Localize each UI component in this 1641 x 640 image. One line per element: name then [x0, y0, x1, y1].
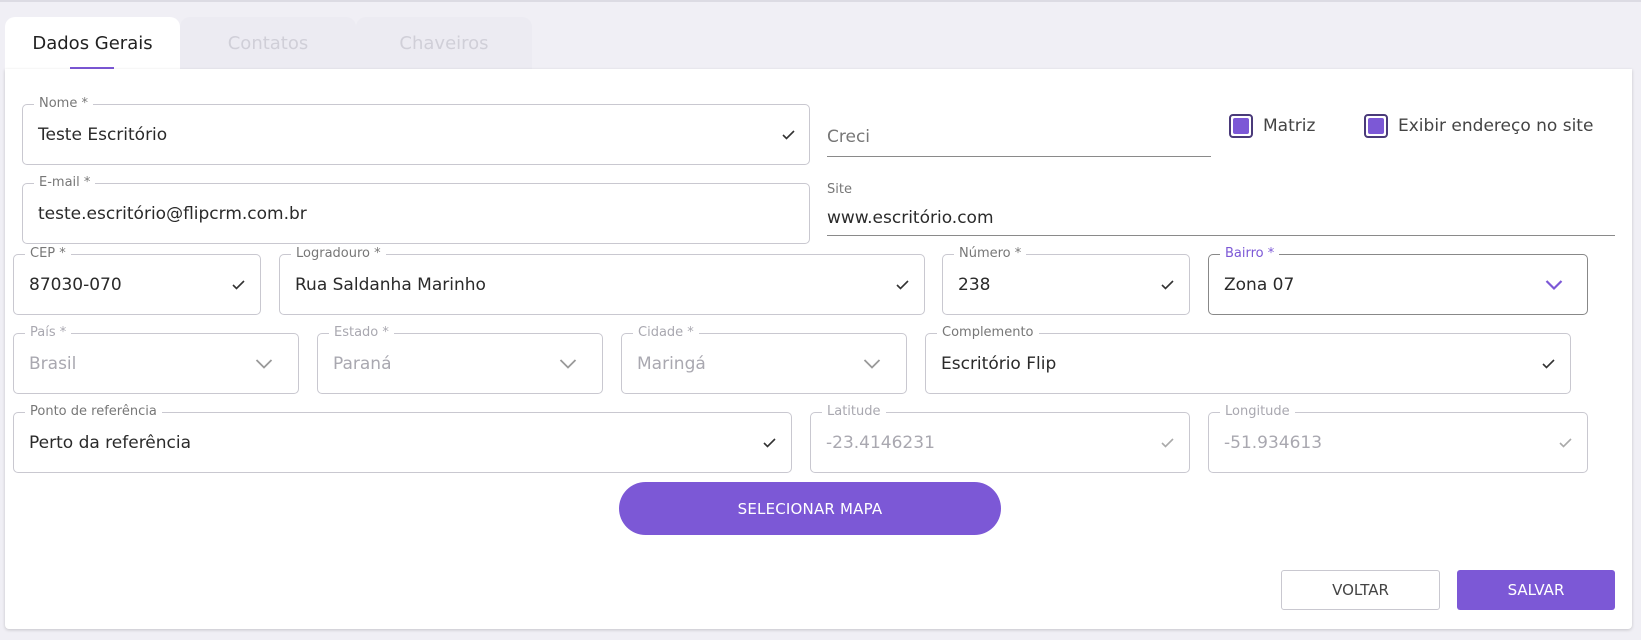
latitude-field: Latitude -23.4146231 [810, 404, 1190, 473]
latitude-label: Latitude [822, 404, 886, 420]
cep-label: CEP * [25, 246, 71, 262]
estado-value: Paraná [333, 353, 392, 374]
logradouro-label: Logradouro * [291, 246, 386, 262]
email-label: E-mail * [34, 175, 96, 191]
estado-select[interactable]: Estado * Paraná [317, 325, 603, 394]
pais-label: País * [25, 325, 72, 341]
check-icon [1542, 358, 1555, 369]
cidade-label: Cidade * [633, 325, 699, 341]
chevron-down-icon[interactable] [559, 358, 577, 369]
complemento-field[interactable]: Complemento Escritório Flip [925, 325, 1571, 394]
tab-label: Dados Gerais [32, 32, 153, 54]
longitude-label: Longitude [1220, 404, 1295, 420]
save-button[interactable]: SALVAR [1457, 570, 1615, 610]
nome-value: Teste Escritório [38, 124, 168, 145]
creci-field[interactable]: Creci [827, 96, 1211, 157]
pais-select[interactable]: País * Brasil [13, 325, 299, 394]
cep-field[interactable]: CEP * 87030-070 [13, 246, 261, 315]
longitude-value: -51.934613 [1224, 432, 1323, 453]
exibir-endereco-label: Exibir endereço no site [1398, 116, 1594, 136]
nome-label: Nome * [34, 96, 93, 112]
exibir-endereco-checkbox[interactable]: Exibir endereço no site [1364, 114, 1593, 138]
check-icon [1559, 437, 1572, 448]
ponto-referencia-value: Perto da referência [29, 432, 192, 453]
email-field[interactable]: E-mail * teste.escritório@flipcrm.com.br [22, 175, 810, 244]
bairro-select[interactable]: Bairro * Zona 07 [1208, 246, 1588, 315]
check-icon [1161, 437, 1174, 448]
ponto-referencia-label: Ponto de referência [25, 404, 162, 420]
tab-contatos[interactable]: Contatos [180, 17, 356, 69]
creci-placeholder: Creci [827, 127, 871, 147]
numero-label: Número * [954, 246, 1027, 262]
email-value: teste.escritório@flipcrm.com.br [38, 203, 307, 224]
latitude-value: -23.4146231 [826, 432, 935, 453]
select-map-button[interactable]: SELECIONAR MAPA [619, 482, 1001, 535]
check-icon [1161, 279, 1174, 290]
top-divider [0, 0, 1641, 2]
site-field[interactable]: Site www.escritório.com [827, 175, 1615, 236]
cidade-value: Maringá [637, 353, 706, 374]
chevron-down-icon[interactable] [255, 358, 273, 369]
checkbox-fill [1368, 118, 1384, 134]
complemento-value: Escritório Flip [941, 353, 1057, 374]
cidade-select[interactable]: Cidade * Maringá [621, 325, 907, 394]
checkbox-box[interactable] [1229, 114, 1253, 138]
check-icon [763, 437, 776, 448]
matriz-label: Matriz [1263, 116, 1316, 136]
logradouro-value: Rua Saldanha Marinho [295, 274, 486, 295]
back-button[interactable]: VOLTAR [1281, 570, 1440, 610]
ponto-referencia-field[interactable]: Ponto de referência Perto da referência [13, 404, 792, 473]
chevron-down-icon[interactable] [863, 358, 881, 369]
checkbox-fill [1233, 118, 1249, 134]
estado-label: Estado * [329, 325, 394, 341]
check-icon [896, 279, 909, 290]
tab-dados-gerais[interactable]: Dados Gerais [5, 17, 180, 69]
bairro-value: Zona 07 [1224, 274, 1295, 295]
chevron-down-icon[interactable] [1545, 279, 1563, 290]
tab-label: Chaveiros [399, 32, 489, 54]
tab-label: Contatos [227, 32, 309, 54]
check-icon [782, 129, 795, 140]
matriz-checkbox[interactable]: Matriz [1229, 114, 1315, 138]
check-icon [232, 279, 245, 290]
longitude-field: Longitude -51.934613 [1208, 404, 1588, 473]
cep-value: 87030-070 [29, 274, 122, 295]
site-value: www.escritório.com [827, 208, 994, 228]
checkbox-box[interactable] [1364, 114, 1388, 138]
bairro-label: Bairro * [1220, 246, 1280, 262]
tab-chaveiros[interactable]: Chaveiros [356, 17, 532, 69]
site-label: Site [827, 182, 852, 197]
pais-value: Brasil [29, 353, 77, 374]
logradouro-field[interactable]: Logradouro * Rua Saldanha Marinho [279, 246, 925, 315]
complemento-label: Complemento [937, 325, 1039, 341]
numero-field[interactable]: Número * 238 [942, 246, 1190, 315]
nome-field[interactable]: Nome * Teste Escritório [22, 96, 810, 165]
numero-value: 238 [958, 274, 991, 295]
